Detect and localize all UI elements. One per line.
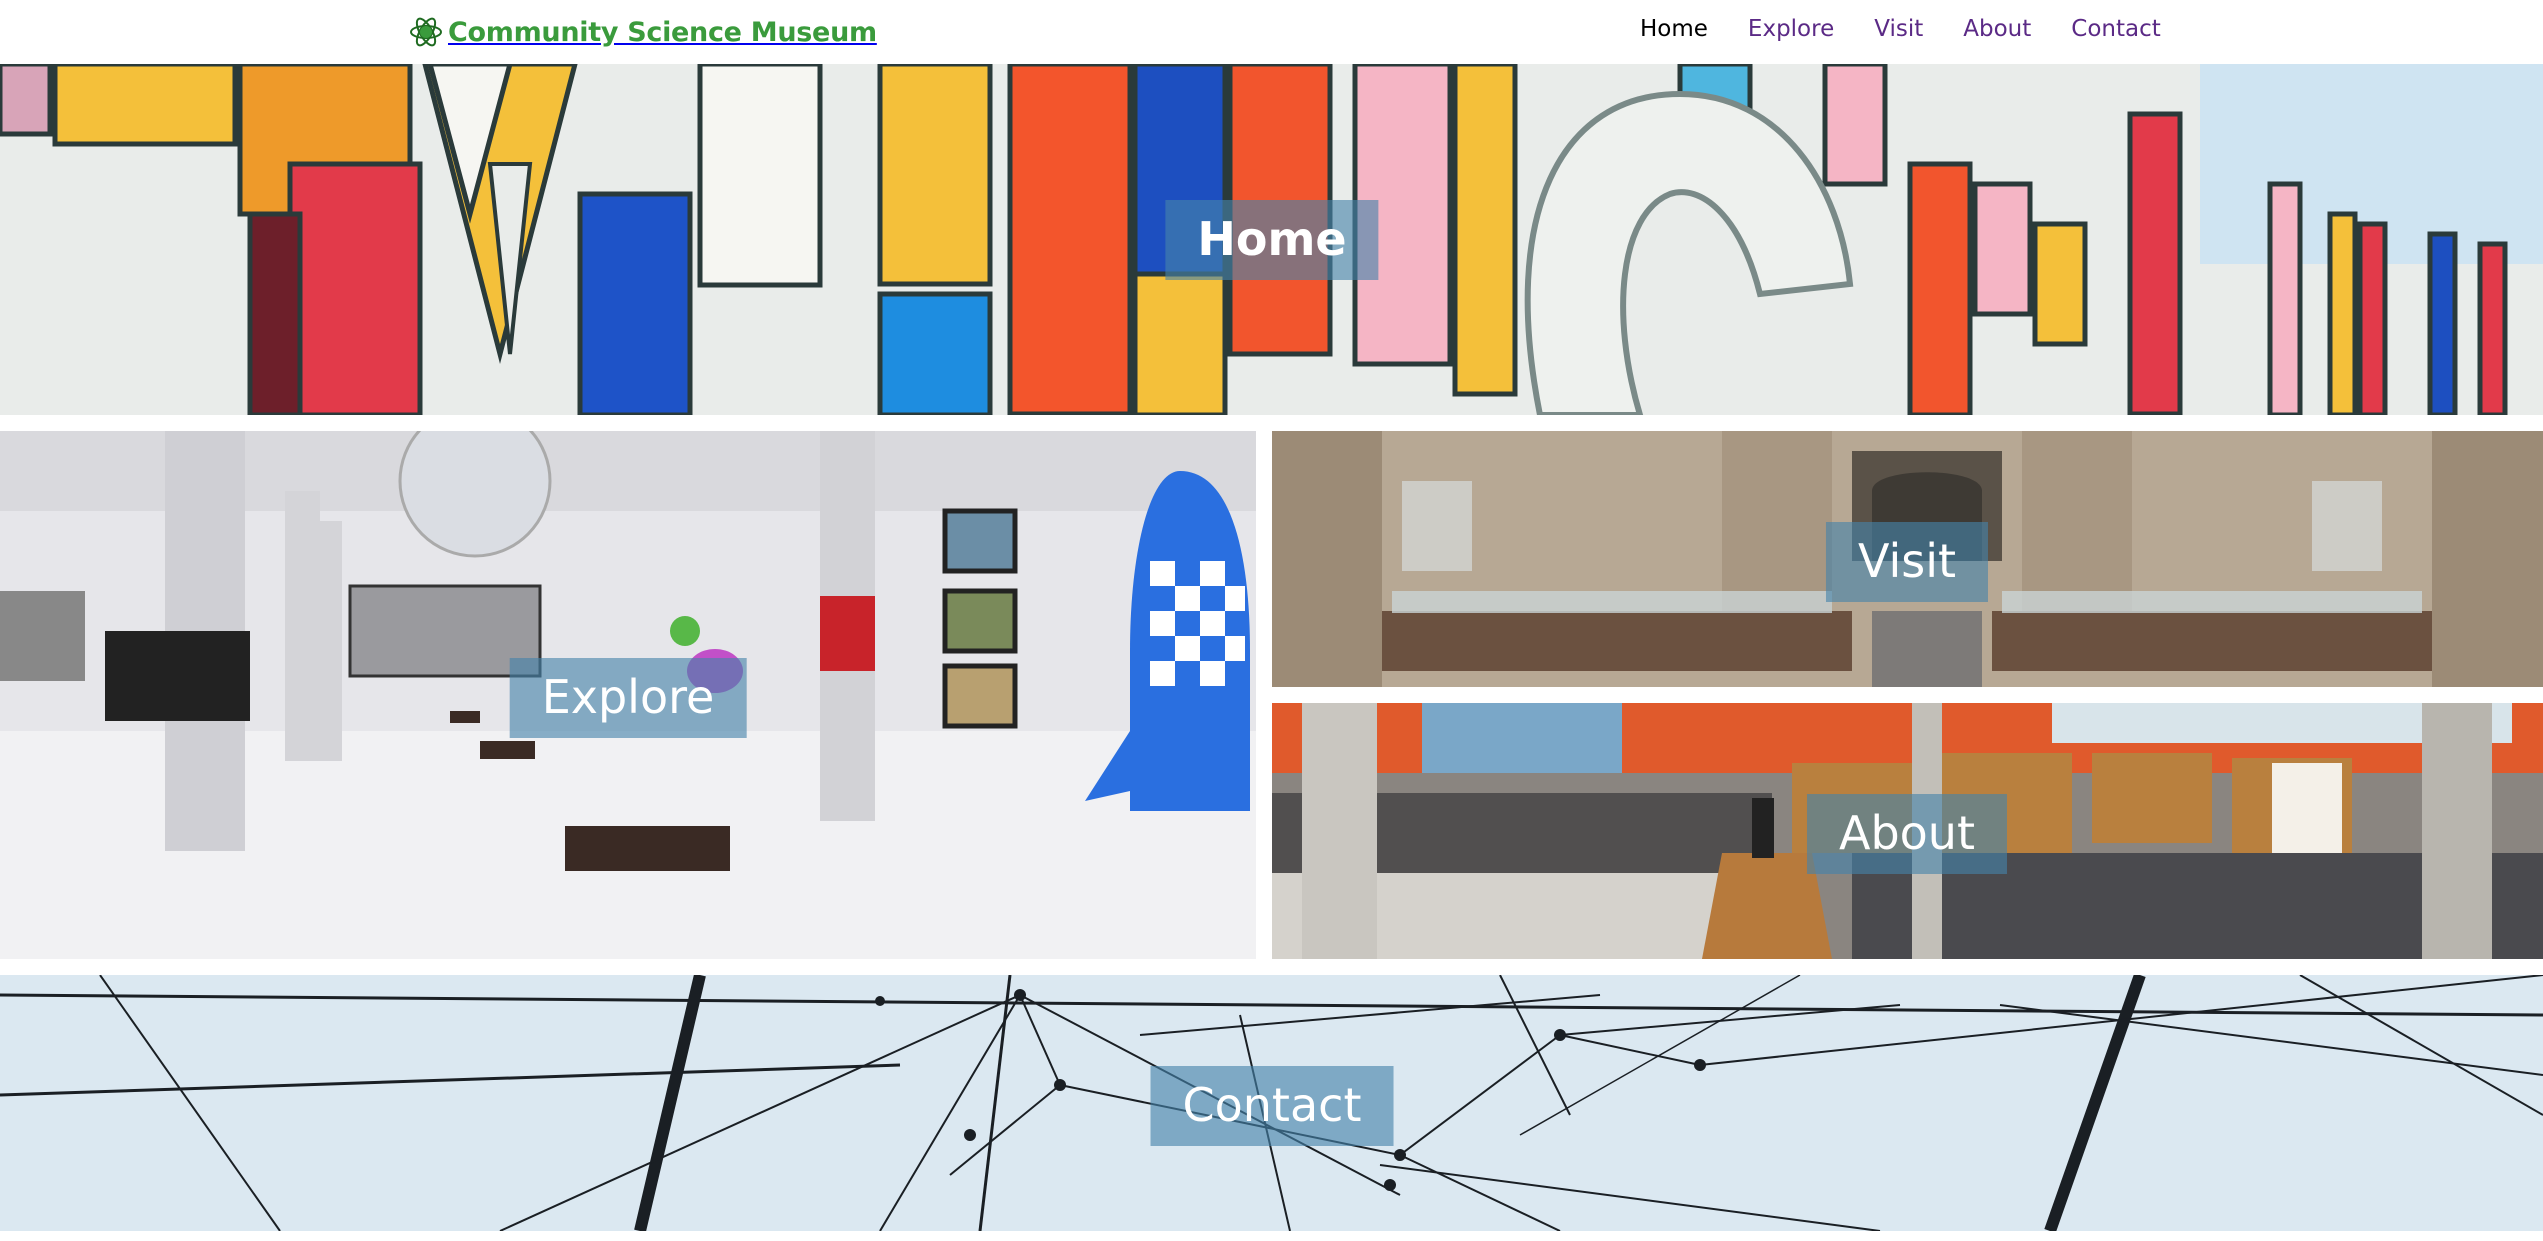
explore-tile[interactable]: Explore	[0, 431, 1256, 959]
nav-visit[interactable]: Visit	[1874, 16, 1923, 42]
brand-link[interactable]: Community Science Museum	[408, 12, 877, 52]
home-tile[interactable]: Home	[0, 64, 2543, 415]
explore-tile-label: Explore	[509, 658, 747, 738]
visit-tile[interactable]: Visit	[1272, 431, 2543, 687]
atom-logo-icon	[410, 17, 442, 47]
visit-tile-label: Visit	[1825, 522, 1989, 602]
brand-name: Community Science Museum	[448, 16, 877, 48]
nav-explore[interactable]: Explore	[1748, 16, 1834, 42]
nav-about[interactable]: About	[1963, 16, 2031, 42]
main-nav: Home Explore Visit About Contact	[1640, 16, 2161, 42]
site-header: Community Science Museum Home Explore Vi…	[0, 0, 2543, 64]
home-tile-label: Home	[1165, 200, 1379, 280]
contact-tile-label: Contact	[1150, 1066, 1394, 1146]
about-tile[interactable]: About	[1272, 703, 2543, 959]
contact-tile[interactable]: Contact	[0, 975, 2543, 1231]
nav-home[interactable]: Home	[1640, 16, 1708, 42]
about-tile-label: About	[1806, 794, 2008, 874]
nav-contact[interactable]: Contact	[2071, 16, 2160, 42]
